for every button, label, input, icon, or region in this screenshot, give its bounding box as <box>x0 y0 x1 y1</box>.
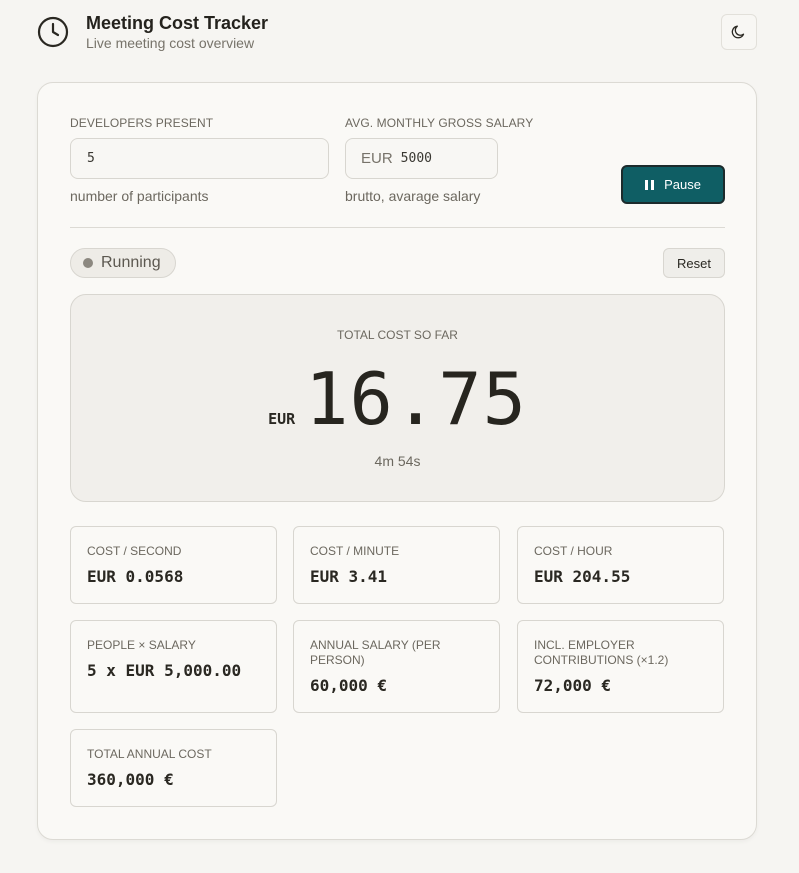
reset-button[interactable]: Reset <box>663 248 725 278</box>
stat-label: COST / MINUTE <box>310 544 400 558</box>
stat-value: 360,000 € <box>87 770 174 789</box>
salary-helper: brutto, avarage salary <box>345 188 481 204</box>
pause-label: Pause <box>664 177 701 192</box>
stat-label: TOTAL ANNUAL COST <box>87 747 212 761</box>
clock-icon <box>37 16 69 48</box>
app-subtitle: Live meeting cost overview <box>86 35 255 51</box>
salary-value: 5000 <box>400 151 432 166</box>
stat-label: PEOPLE × SALARY <box>87 638 196 652</box>
stat-people-salary: PEOPLE × SALARY 5 x EUR 5,000.00 <box>70 620 277 713</box>
total-cost-currency: EUR <box>268 410 296 428</box>
stat-value: 60,000 € <box>310 676 388 695</box>
stat-cost-per-minute: COST / MINUTE EUR 3.41 <box>293 526 500 604</box>
total-cost-amount: EUR 16.75 <box>71 357 724 441</box>
stat-value: EUR 3.41 <box>310 567 388 586</box>
stat-total-annual-cost: TOTAL ANNUAL COST 360,000 € <box>70 729 277 807</box>
total-cost-label: TOTAL COST SO FAR <box>337 328 458 342</box>
stat-value: EUR 204.55 <box>534 567 631 586</box>
total-cost-value: 16.75 <box>305 357 527 441</box>
app-title: Meeting Cost Tracker <box>86 13 269 33</box>
stat-value: EUR 0.0568 <box>87 567 184 586</box>
stat-cost-per-hour: COST / HOUR EUR 204.55 <box>517 526 724 604</box>
stat-label: ANNUAL SALARY (PER PERSON) <box>310 638 441 667</box>
total-cost-panel: TOTAL COST SO FAR EUR 16.75 4m 54s <box>70 294 725 502</box>
stat-label: INCL. EMPLOYER CONTRIBUTIONS (×1.2) <box>534 638 669 667</box>
app-header: Meeting Cost Tracker Live meeting cost o… <box>0 0 799 70</box>
pause-button[interactable]: Pause <box>621 165 725 204</box>
stat-label: COST / HOUR <box>534 544 613 558</box>
developers-value: 5 <box>87 151 95 166</box>
stat-value: 5 x EUR 5,000.00 <box>87 661 242 680</box>
pause-icon <box>645 179 655 190</box>
salary-input[interactable]: EUR 5000 <box>345 138 498 179</box>
developers-helper: number of participants <box>70 188 209 204</box>
status-label: Running <box>101 254 161 271</box>
moon-icon <box>731 25 745 39</box>
stat-annual-salary: ANNUAL SALARY (PER PERSON) 60,000 € <box>293 620 500 713</box>
stat-value: 72,000 € <box>534 676 612 695</box>
salary-label: AVG. MONTHLY GROSS SALARY <box>345 116 534 130</box>
stat-cost-per-second: COST / SECOND EUR 0.0568 <box>70 526 277 604</box>
stat-employer-contributions: INCL. EMPLOYER CONTRIBUTIONS (×1.2) 72,0… <box>517 620 724 713</box>
elapsed-time: 4m 54s <box>374 453 421 469</box>
divider <box>70 227 725 228</box>
tracker-card: DEVELOPERS PRESENT 5 number of participa… <box>37 82 757 840</box>
salary-currency: EUR <box>361 150 393 167</box>
status-dot-icon <box>83 258 93 268</box>
theme-toggle-button[interactable] <box>721 14 757 50</box>
status-badge: Running <box>70 248 176 278</box>
stat-label: COST / SECOND <box>87 544 182 558</box>
developers-label: DEVELOPERS PRESENT <box>70 116 214 130</box>
developers-input[interactable]: 5 <box>70 138 329 179</box>
